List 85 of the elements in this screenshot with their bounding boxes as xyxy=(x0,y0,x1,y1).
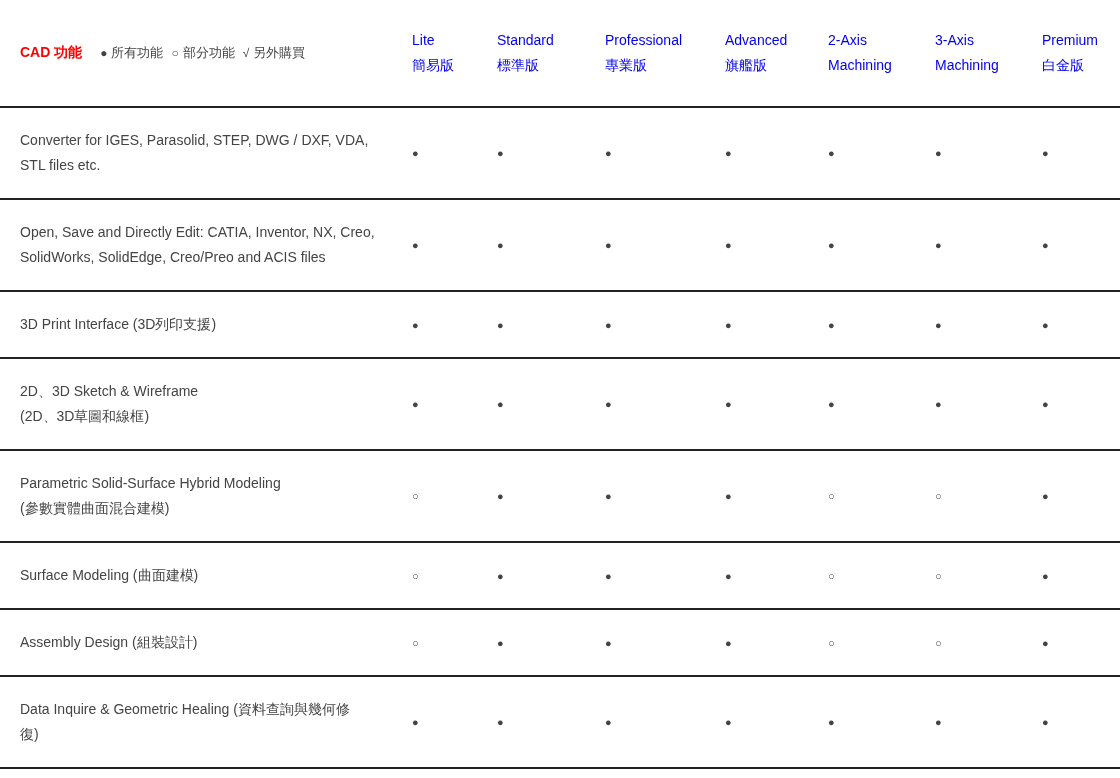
table-cell: ● xyxy=(605,490,612,502)
table-cell: ● xyxy=(828,147,835,159)
table-cell: ● xyxy=(725,716,732,728)
table-cell: ○ xyxy=(935,636,942,649)
table-cell: ● xyxy=(497,716,504,728)
table-cell: ● xyxy=(935,239,942,251)
table-cell: ● xyxy=(1042,569,1049,582)
table-cell: ● xyxy=(935,147,942,159)
legend-label: 所有功能 xyxy=(111,44,164,62)
table-cell: ○ xyxy=(412,569,419,582)
table-cell: ○ xyxy=(828,636,835,649)
table-cell: ● xyxy=(1042,318,1049,331)
column-subtitle: Machining xyxy=(935,56,999,75)
table-cell: ● xyxy=(605,716,612,728)
table-cell: ● xyxy=(1042,147,1049,159)
table-cell: ● xyxy=(497,636,504,649)
column-header: Lite xyxy=(412,31,435,50)
table-cell: ● xyxy=(605,636,612,649)
table-cell: ● xyxy=(605,318,612,331)
table-cell: ● xyxy=(605,239,612,251)
column-header: Premium xyxy=(1042,31,1098,50)
legend-label: 另外購買 xyxy=(253,44,306,62)
table-cell: ● xyxy=(1042,716,1049,728)
table-cell: ● xyxy=(725,490,732,502)
table-cell: ● xyxy=(828,318,835,331)
column-subtitle: 白金版 xyxy=(1042,56,1084,75)
table-cell: ● xyxy=(828,398,835,410)
column-subtitle: 標準版 xyxy=(497,56,539,75)
table-cell: ○ xyxy=(828,569,835,582)
column-subtitle: Machining xyxy=(828,56,892,75)
table-cell: ● xyxy=(412,398,419,410)
feature-name: Data Inquire & Geometric Healing (資料查詢與幾何修 復) xyxy=(20,700,350,744)
table-cell: ○ xyxy=(935,569,942,582)
table-cell: ● xyxy=(1042,239,1049,251)
table-cell: ● xyxy=(1042,636,1049,649)
legend-label: 部分功能 xyxy=(182,44,235,62)
feature-name: Converter for IGES, Parasolid, STEP, DWG / DXF, VDA, STL files etc. xyxy=(20,131,369,175)
table-cell: ● xyxy=(497,147,504,159)
table-cell: ● xyxy=(497,569,504,582)
table-cell: ○ xyxy=(412,636,419,649)
column-subtitle: 旗艦版 xyxy=(725,56,767,75)
table-cell: ● xyxy=(497,398,504,410)
feature-name: Surface Modeling (曲面建模) xyxy=(20,566,199,585)
table-cell: ● xyxy=(828,716,835,728)
table-cell: ● xyxy=(412,318,419,331)
column-header: Advanced xyxy=(725,31,788,50)
feature-name: Open, Save and Directly Edit: CATIA, Inventor, NX, Creo, SolidWorks, SolidEdge, Creo/Preo and ACIS files xyxy=(20,223,375,267)
column-header: 3-Axis xyxy=(935,31,974,50)
table-cell: ● xyxy=(605,569,612,582)
table-cell: ● xyxy=(725,569,732,582)
table-cell: ● xyxy=(725,147,732,159)
table-cell: ● xyxy=(828,239,835,251)
table-cell: ● xyxy=(497,239,504,251)
table-cell: ● xyxy=(497,318,504,331)
table-cell: ● xyxy=(1042,398,1049,410)
legend-symbol: √ xyxy=(242,46,250,60)
table-cell: ● xyxy=(412,147,419,159)
table-cell: ● xyxy=(935,398,942,410)
feature-name: 2D、3D Sketch & Wireframe (2D、3D草圖和線框) xyxy=(20,382,199,426)
table-cell: ● xyxy=(935,716,942,728)
feature-name: 3D Print Interface (3D列印支援) xyxy=(20,315,217,334)
table-cell: ○ xyxy=(935,490,942,502)
column-subtitle: 專業版 xyxy=(605,56,647,75)
feature-name: Parametric Solid-Surface Hybrid Modeling (參數實體曲面混合建模) xyxy=(20,474,281,518)
table-cell: ● xyxy=(1042,490,1049,502)
table-cell: ● xyxy=(605,398,612,410)
table-title: CAD 功能 xyxy=(20,44,83,62)
table-cell: ○ xyxy=(412,490,419,502)
table-cell: ● xyxy=(725,239,732,251)
column-header: Professional xyxy=(605,31,683,50)
column-subtitle: 簡易版 xyxy=(412,56,454,75)
table-cell: ○ xyxy=(828,490,835,502)
table-cell: ● xyxy=(725,318,732,331)
table-cell: ● xyxy=(725,398,732,410)
legend-symbol: ● xyxy=(100,46,108,60)
table-cell: ● xyxy=(725,636,732,649)
table-cell: ● xyxy=(497,490,504,502)
table-cell: ● xyxy=(605,147,612,159)
table-cell: ● xyxy=(412,716,419,728)
table-cell: ● xyxy=(412,239,419,251)
legend-symbol: ○ xyxy=(171,46,179,60)
feature-name: Assembly Design (組裝設計) xyxy=(20,633,198,652)
table-cell: ● xyxy=(935,318,942,331)
column-header: 2-Axis xyxy=(828,31,867,50)
column-header: Standard xyxy=(497,31,554,50)
